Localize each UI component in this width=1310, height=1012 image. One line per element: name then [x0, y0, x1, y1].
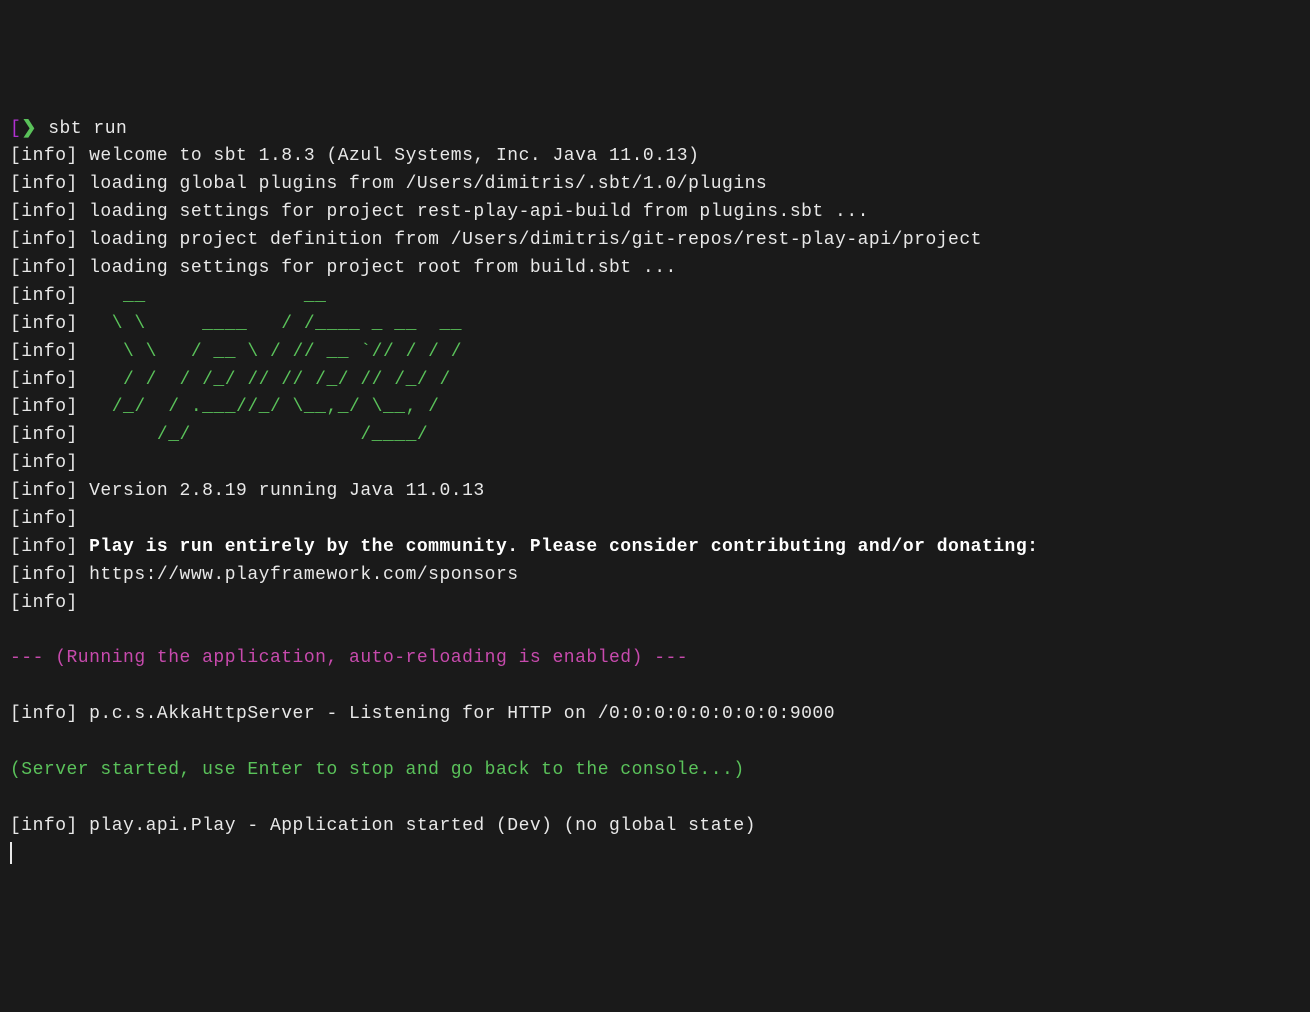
- blank-line: [10, 785, 1300, 813]
- info-tag: [info]: [10, 537, 78, 557]
- info-tag: [info]: [10, 314, 78, 334]
- ascii-art-line: /_/ /____/: [78, 425, 428, 445]
- command-input: sbt run: [37, 119, 127, 139]
- info-tag: [info]: [10, 286, 78, 306]
- app-started-text: play.api.Play - Application started (Dev…: [78, 816, 756, 836]
- info-tag: [info]: [10, 425, 78, 445]
- log-line: [info] __ __: [10, 283, 1300, 311]
- info-text: loading project definition from /Users/d…: [78, 230, 982, 250]
- log-line: [info] play.api.Play - Application start…: [10, 813, 1300, 841]
- status-line: (Server started, use Enter to stop and g…: [10, 757, 1300, 785]
- cursor-line: [10, 841, 1300, 869]
- info-tag: [info]: [10, 593, 78, 613]
- log-line: [info] / / / /_/ // // /_/ // /_/ /: [10, 367, 1300, 395]
- cursor-icon: [10, 842, 12, 864]
- terminal-output[interactable]: [❯ sbt run[info] welcome to sbt 1.8.3 (A…: [10, 116, 1300, 869]
- info-text: welcome to sbt 1.8.3 (Azul Systems, Inc.…: [78, 146, 700, 166]
- info-tag: [info]: [10, 230, 78, 250]
- info-tag: [info]: [10, 453, 78, 473]
- info-tag: [info]: [10, 509, 78, 529]
- log-line: [info] p.c.s.AkkaHttpServer - Listening …: [10, 701, 1300, 729]
- log-line: [info] Version 2.8.19 running Java 11.0.…: [10, 478, 1300, 506]
- server-started-status: (Server started, use Enter to stop and g…: [10, 760, 745, 780]
- ascii-art-line: / / / /_/ // // /_/ // /_/ /: [78, 370, 451, 390]
- info-text: loading settings for project root from b…: [78, 258, 677, 278]
- log-line: [info] loading project definition from /…: [10, 227, 1300, 255]
- ascii-art-line: /_/ / .___//_/ \__,_/ \__, /: [78, 397, 440, 417]
- bold-message: Play is run entirely by the community. P…: [78, 537, 1039, 557]
- log-line: [info] /_/ /____/: [10, 422, 1300, 450]
- info-text: loading global plugins from /Users/dimit…: [78, 174, 767, 194]
- running-status: --- (Running the application, auto-reloa…: [10, 648, 688, 668]
- listen-address: p.c.s.AkkaHttpServer - Listening for HTT…: [78, 704, 835, 724]
- prompt-open-bracket: [: [10, 119, 21, 139]
- prompt-line: [❯ sbt run: [10, 116, 1300, 144]
- prompt-arrow-icon: ❯: [21, 119, 37, 139]
- blank-line: [10, 673, 1300, 701]
- log-line: [info]: [10, 590, 1300, 618]
- log-line: [info] Play is run entirely by the commu…: [10, 534, 1300, 562]
- blank-line: [10, 729, 1300, 757]
- sponsor-url: https://www.playframework.com/sponsors: [78, 565, 519, 585]
- info-tag: [info]: [10, 202, 78, 222]
- info-tag: [info]: [10, 397, 78, 417]
- info-tag: [info]: [10, 258, 78, 278]
- log-line: [info] loading settings for project rest…: [10, 199, 1300, 227]
- blank-line: [10, 618, 1300, 646]
- log-line: [info] \ \ ____ / /____ _ __ __: [10, 311, 1300, 339]
- info-tag: [info]: [10, 146, 78, 166]
- log-line: [info] \ \ / __ \ / // __ `// / / /: [10, 339, 1300, 367]
- info-tag: [info]: [10, 481, 78, 501]
- info-tag: [info]: [10, 704, 78, 724]
- log-line: [info] /_/ / .___//_/ \__,_/ \__, /: [10, 394, 1300, 422]
- ascii-art-line: \ \ ____ / /____ _ __ __: [78, 314, 462, 334]
- log-line: [info]: [10, 450, 1300, 478]
- status-line: --- (Running the application, auto-reloa…: [10, 645, 1300, 673]
- ascii-art-line: \ \ / __ \ / // __ `// / / /: [78, 342, 462, 362]
- info-tag: [info]: [10, 565, 78, 585]
- log-line: [info]: [10, 506, 1300, 534]
- log-line: [info] https://www.playframework.com/spo…: [10, 562, 1300, 590]
- info-tag: [info]: [10, 174, 78, 194]
- info-tag: [info]: [10, 816, 78, 836]
- log-line: [info] loading settings for project root…: [10, 255, 1300, 283]
- log-line: [info] loading global plugins from /User…: [10, 171, 1300, 199]
- ascii-art-line: __ __: [78, 286, 327, 306]
- info-tag: [info]: [10, 342, 78, 362]
- log-line: [info] welcome to sbt 1.8.3 (Azul System…: [10, 143, 1300, 171]
- info-text: loading settings for project rest-play-a…: [78, 202, 869, 222]
- info-text: Version 2.8.19 running Java 11.0.13: [78, 481, 485, 501]
- info-tag: [info]: [10, 370, 78, 390]
